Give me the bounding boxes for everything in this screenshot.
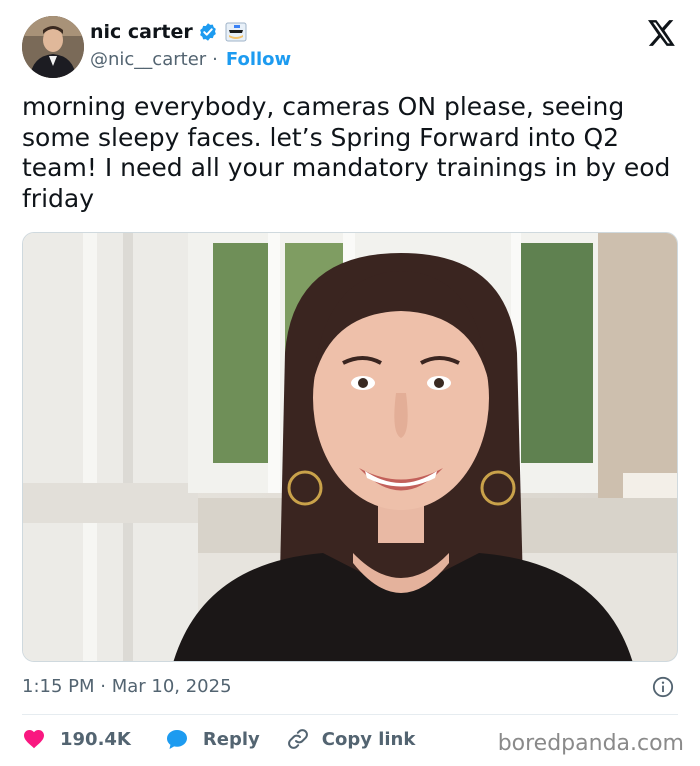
tweet-media-image[interactable]	[22, 232, 678, 662]
handle-row: @nic__carter · Follow	[90, 49, 291, 70]
verified-badge-icon	[199, 23, 216, 41]
like-button[interactable]: 190.4K	[22, 727, 131, 751]
affiliate-badge-icon	[225, 22, 247, 42]
heart-icon	[24, 730, 44, 749]
tweet-actions: 190.4K Reply Copy link	[22, 727, 415, 751]
link-icon	[287, 729, 308, 749]
avatar[interactable]	[22, 16, 84, 78]
follow-button[interactable]: Follow	[226, 49, 291, 70]
tweet-timestamp[interactable]: 1:15 PM · Mar 10, 2025	[22, 676, 232, 697]
author-name[interactable]: nic carter	[90, 21, 193, 43]
separator: ·	[212, 49, 218, 70]
watermark: boredpanda.com	[497, 731, 684, 756]
reply-bubble-icon	[166, 730, 187, 749]
copy-link-label: Copy link	[321, 728, 416, 750]
x-logo-icon[interactable]	[648, 20, 676, 46]
info-icon[interactable]	[652, 676, 674, 698]
author-handle[interactable]: @nic__carter	[90, 49, 206, 70]
divider	[22, 714, 678, 715]
author-name-row: nic carter	[90, 21, 247, 43]
reply-label: Reply	[202, 728, 260, 750]
tweet-text: morning everybody, cameras ON please, se…	[22, 92, 671, 213]
copy-link-button[interactable]: Copy link	[286, 727, 416, 751]
like-count: 190.4K	[60, 728, 131, 750]
reply-button[interactable]: Reply	[165, 727, 260, 751]
